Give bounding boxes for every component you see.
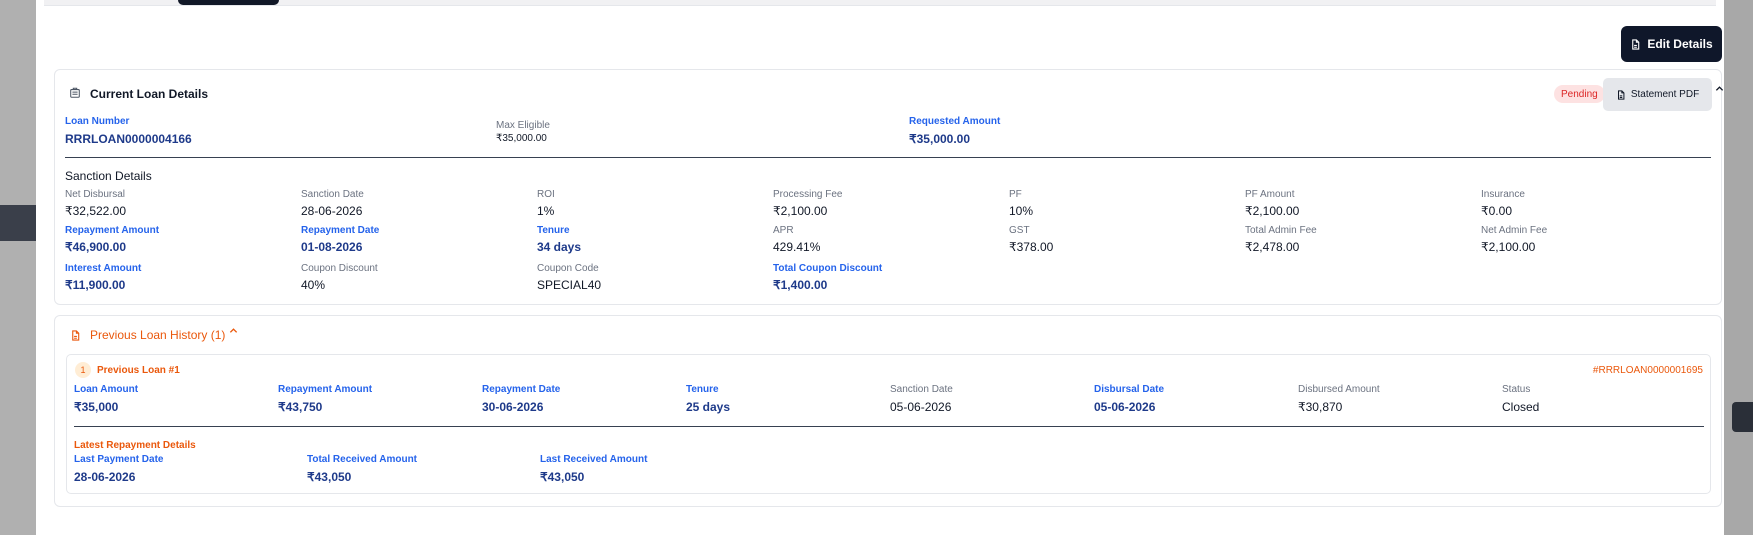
sanction-field-value: ₹0.00 <box>1481 204 1512 218</box>
sanction-field-value: 40% <box>301 278 326 292</box>
previous-loan-field-value: 05-06-2026 <box>1094 400 1156 414</box>
statement-pdf-label: Statement PDF <box>1630 89 1700 100</box>
latest-repayment-title: Latest Repayment Details <box>74 440 196 451</box>
sanction-field-label: PF <box>1009 189 1022 200</box>
previous-loan-field-value: 05-06-2026 <box>890 400 952 414</box>
loan-index-badge: 1 <box>75 362 91 378</box>
status-badge: Pending <box>1554 85 1605 103</box>
sanction-field-value: ₹32,522.00 <box>65 204 127 218</box>
previous-loan-history-title[interactable]: Previous Loan History (1) <box>90 328 225 342</box>
loan-details-modal: Edit Details Current Loan Details Pendin… <box>36 0 1724 535</box>
sanction-field-label: Tenure <box>537 225 570 236</box>
repayment-field-value: 28-06-2026 <box>74 470 136 484</box>
backdrop-right-button <box>1732 402 1753 432</box>
sanction-field-label: ROI <box>537 189 555 200</box>
sanction-details-title: Sanction Details <box>65 169 152 183</box>
sanction-field-label: Interest Amount <box>65 263 142 274</box>
max-eligible-label: Max Eligible <box>496 120 550 131</box>
loan-number-label: Loan Number <box>65 116 130 127</box>
sanction-field-label: Repayment Date <box>301 225 380 236</box>
edit-details-label: Edit Details <box>1647 37 1713 51</box>
sanction-field-value: 1% <box>537 204 555 218</box>
backdrop-active-nav-item <box>0 205 36 241</box>
statement-pdf-button[interactable]: Statement PDF <box>1603 78 1712 111</box>
sanction-field-value: ₹11,900.00 <box>65 278 126 292</box>
sanction-field-value: ₹1,400.00 <box>773 278 828 292</box>
active-tab-indicator[interactable] <box>178 0 279 5</box>
repayment-field-label: Last Received Amount <box>540 454 648 465</box>
sanction-field-value: ₹2,100.00 <box>1245 204 1300 218</box>
previous-loan-field-label: Repayment Date <box>482 384 561 395</box>
previous-loan-title: Previous Loan #1 <box>97 365 180 376</box>
sanction-field-label: Total Admin Fee <box>1245 225 1317 236</box>
sanction-field-label: Total Coupon Discount <box>773 263 883 274</box>
history-document-icon <box>68 328 82 342</box>
sanction-field-label: Insurance <box>1481 189 1525 200</box>
history-divider <box>74 426 1704 427</box>
sanction-field-value: 10% <box>1009 204 1034 218</box>
repayment-field-label: Total Received Amount <box>307 454 418 465</box>
sanction-field-value: 429.41% <box>773 240 821 254</box>
edit-details-button[interactable]: Edit Details <box>1621 26 1722 62</box>
sanction-field-label: Sanction Date <box>301 189 364 200</box>
sanction-field-value: SPECIAL40 <box>537 278 602 292</box>
previous-loan-item: 1 Previous Loan #1 #RRRLOAN0000001695 Lo… <box>66 354 1711 494</box>
modal-tab-strip <box>44 0 1716 6</box>
current-loan-title: Current Loan Details <box>90 87 209 101</box>
repayment-field-value: ₹43,050 <box>540 470 585 484</box>
sanction-field-value: ₹2,100.00 <box>773 204 828 218</box>
previous-loan-id: #RRRLOAN0000001695 <box>1592 365 1703 376</box>
sanction-field-value: 01-08-2026 <box>301 240 363 254</box>
sanction-field-value: ₹2,100.00 <box>1481 240 1536 254</box>
previous-loan-field-label: Status <box>1502 384 1531 395</box>
sanction-field-value: 34 days <box>537 240 582 254</box>
bank-icon <box>68 86 82 100</box>
previous-loan-field-value: Closed <box>1502 400 1540 414</box>
requested-amount-value: ₹35,000.00 <box>909 132 971 146</box>
previous-loan-field-label: Repayment Amount <box>278 384 373 395</box>
loan-number-value: RRRLOAN0000004166 <box>65 132 192 146</box>
previous-loan-field-value: ₹43,750 <box>278 400 323 414</box>
repayment-field-label: Last Payment Date <box>74 454 164 465</box>
sanction-field-label: Repayment Amount <box>65 225 160 236</box>
current-loan-card: Current Loan Details Pending Statement P… <box>54 69 1724 305</box>
previous-loan-field-label: Disbursed Amount <box>1298 384 1380 395</box>
sanction-field-label: Net Disbursal <box>65 189 126 200</box>
requested-amount-label: Requested Amount <box>909 116 1001 127</box>
backdrop-right-edge <box>1724 0 1753 535</box>
sanction-field-label: Coupon Discount <box>301 263 378 274</box>
sanction-field-label: Net Admin Fee <box>1481 225 1548 236</box>
repayment-field-value: ₹43,050 <box>307 470 352 484</box>
sanction-field-label: GST <box>1009 225 1030 236</box>
previous-loan-history-card: Previous Loan History (1) 1 Previous Loa… <box>54 315 1722 507</box>
previous-loan-field-label: Tenure <box>686 384 719 395</box>
backdrop-sidebar <box>0 0 36 535</box>
sanction-field-label: APR <box>773 225 794 236</box>
previous-loan-field-value: 30-06-2026 <box>482 400 544 414</box>
sanction-field-label: Processing Fee <box>773 189 843 200</box>
sanction-field-label: Coupon Code <box>537 263 599 274</box>
previous-loan-field-label: Disbursal Date <box>1094 384 1165 395</box>
summary-divider <box>65 157 1711 158</box>
max-eligible-value: ₹35,000.00 <box>496 133 547 144</box>
sanction-field-value: 28-06-2026 <box>301 204 363 218</box>
previous-loan-field-label: Loan Amount <box>74 384 139 395</box>
sanction-field-value: ₹378.00 <box>1009 240 1054 254</box>
collapse-chevron-icon[interactable] <box>1715 84 1724 96</box>
document-icon <box>1632 38 1640 50</box>
previous-loan-field-value: ₹35,000 <box>74 400 119 414</box>
previous-loan-field-value: 25 days <box>686 400 731 414</box>
sanction-field-value: ₹46,900.00 <box>65 240 127 254</box>
document-icon <box>1617 89 1625 100</box>
history-chevron-up-icon[interactable] <box>229 326 238 338</box>
previous-loan-field-value: ₹30,870 <box>1298 400 1343 414</box>
sanction-field-label: PF Amount <box>1245 189 1295 200</box>
previous-loan-field-label: Sanction Date <box>890 384 953 395</box>
sanction-field-value: ₹2,478.00 <box>1245 240 1300 254</box>
